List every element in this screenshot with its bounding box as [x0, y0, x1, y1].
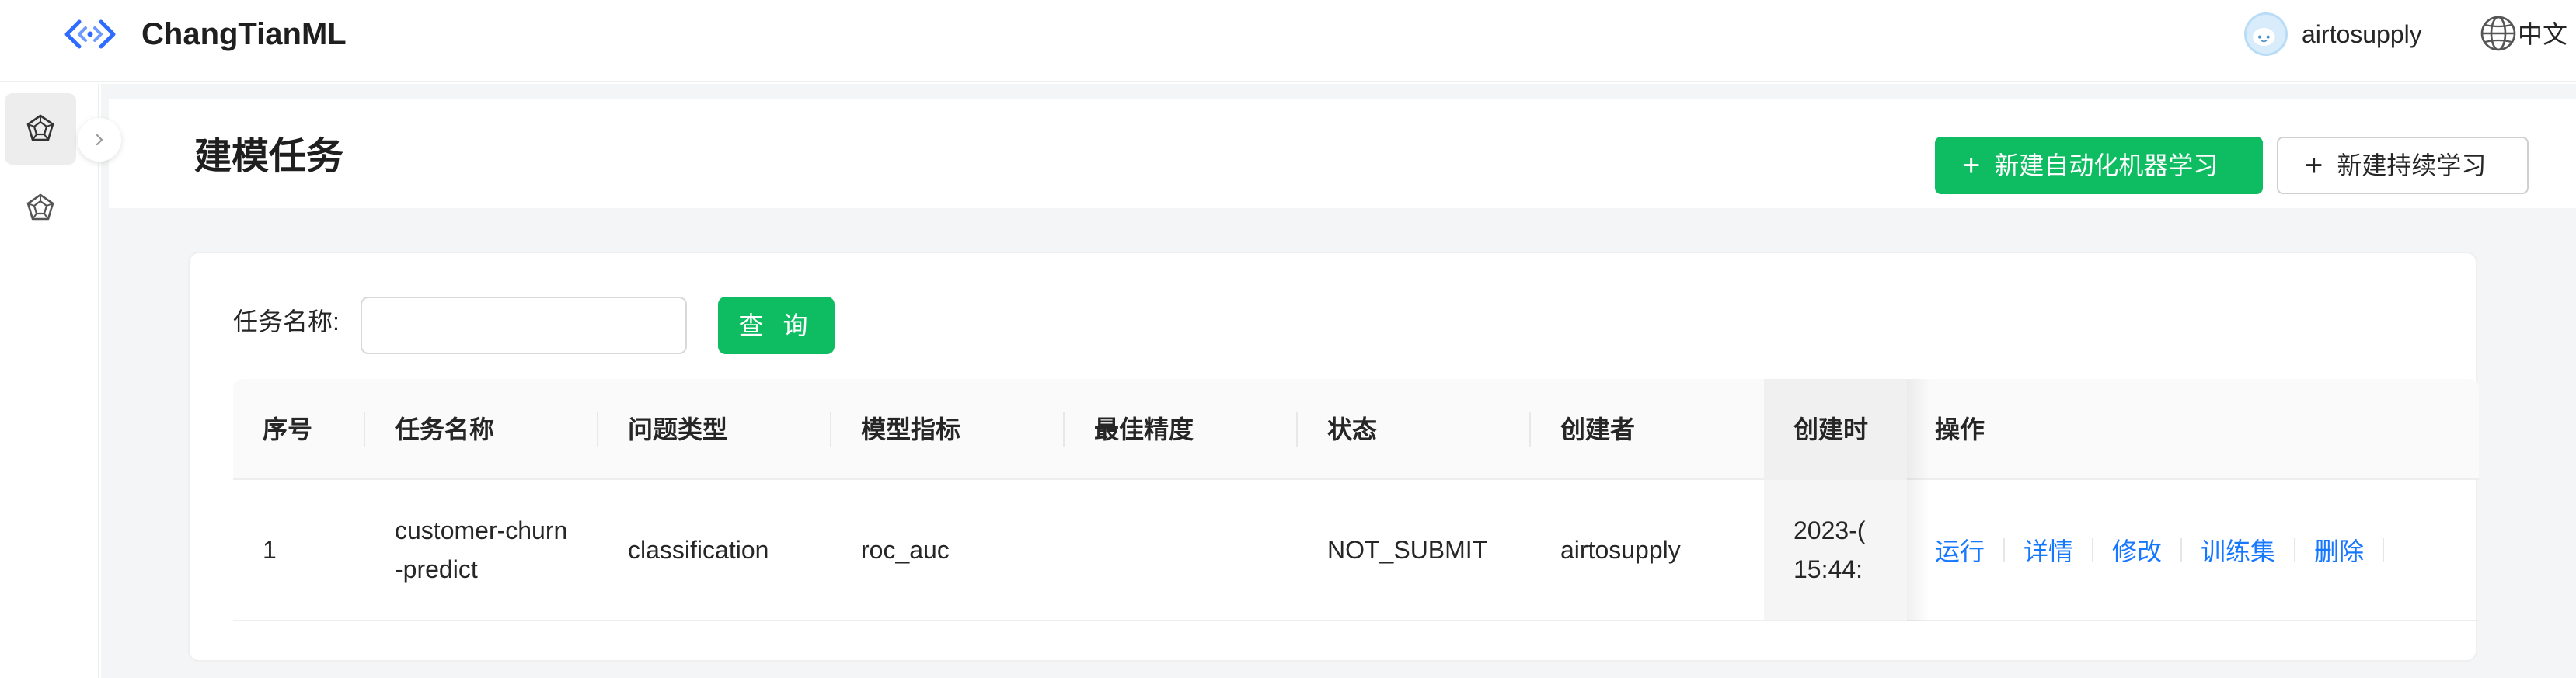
top-header: ChangTianML airtosupply 中文 — [0, 0, 2576, 82]
user-avatar[interactable] — [2244, 12, 2288, 56]
username[interactable]: airtosupply — [2302, 17, 2422, 51]
created-time: 15:44: — [1793, 555, 1863, 583]
logo-icon[interactable] — [62, 17, 118, 51]
globe-icon[interactable] — [2479, 14, 2518, 53]
chevron-right-icon — [96, 134, 103, 146]
run-action-link[interactable]: 运行 — [1935, 532, 1985, 568]
plus-icon: + — [1962, 148, 1981, 183]
delete-action-link[interactable]: 删除 — [2314, 532, 2364, 568]
task-name-search-input[interactable] — [361, 297, 687, 354]
language-switch[interactable]: 中文 — [2518, 17, 2567, 51]
cell-creator: airtosupply — [1560, 536, 1681, 564]
cell-task-name: customer-churn-predict — [365, 480, 598, 620]
cell-problem-type: classification — [628, 536, 769, 564]
page-title: 建模任务 — [194, 136, 344, 177]
task-name-text: customer-churn-predict — [395, 516, 568, 583]
action-divider — [2294, 538, 2296, 562]
training-set-action-link[interactable]: 训练集 — [2201, 532, 2275, 568]
task-list-card: 任务名称: 查 询 序号 任务名称 问题类型 模型指标 最佳精度 状态 创建者 … — [188, 252, 2479, 662]
action-divider — [2383, 538, 2385, 562]
new-automl-button[interactable]: + 新建自动化机器学习 — [1935, 137, 2263, 194]
column-header-created-time: 创建时 — [1764, 379, 1907, 480]
column-header-creator: 创建者 — [1560, 415, 1636, 443]
details-action-link[interactable]: 详情 — [2024, 532, 2073, 568]
new-continual-label: 新建持续学习 — [2337, 151, 2487, 179]
sidebar-item-modeling[interactable] — [5, 93, 76, 165]
action-divider — [2180, 538, 2183, 562]
column-header-best-score: 最佳精度 — [1094, 415, 1194, 443]
edit-action-link[interactable]: 修改 — [2112, 532, 2162, 568]
model-icon — [26, 193, 54, 221]
cell-index: 1 — [263, 536, 277, 564]
plus-icon: + — [2305, 148, 2323, 183]
sidebar — [0, 84, 99, 678]
action-divider — [2003, 538, 2006, 562]
created-date: 2023-( — [1793, 516, 1866, 544]
model-icon — [26, 114, 54, 141]
column-header-problem-type: 问题类型 — [628, 415, 728, 443]
column-header-status: 状态 — [1327, 415, 1378, 443]
cell-best-score — [1065, 480, 1298, 620]
avatar-icon — [2253, 27, 2275, 47]
main-content: 建模任务 + 新建自动化机器学习 + 新建持续学习 任务名称: 查 询 序号 任… — [101, 84, 2576, 678]
column-header-index: 序号 — [263, 415, 313, 443]
action-divider — [2092, 538, 2094, 562]
task-table: 序号 任务名称 问题类型 模型指标 最佳精度 状态 创建者 创建时 操作 1 c — [233, 379, 2479, 621]
query-button[interactable]: 查 询 — [718, 297, 835, 354]
column-header-metric: 模型指标 — [861, 415, 961, 443]
table-header: 序号 任务名称 问题类型 模型指标 最佳精度 状态 创建者 创建时 操作 — [233, 379, 2479, 480]
new-continual-learning-button[interactable]: + 新建持续学习 — [2277, 137, 2529, 194]
new-automl-label: 新建自动化机器学习 — [1994, 151, 2219, 179]
page-header: 建模任务 + 新建自动化机器学习 + 新建持续学习 — [109, 99, 2576, 208]
sidebar-item-secondary[interactable] — [5, 172, 76, 244]
app-title[interactable]: ChangTianML — [141, 12, 347, 56]
cell-metric: roc_auc — [861, 536, 950, 564]
column-header-task-name: 任务名称 — [395, 415, 495, 443]
cell-status: NOT_SUBMIT — [1327, 536, 1488, 564]
sidebar-collapse-button[interactable] — [78, 118, 121, 162]
cell-created-time: 2023-( 15:44: — [1764, 480, 1907, 620]
search-label: 任务名称: — [233, 308, 340, 336]
row-actions: 运行 详情 修改 训练集 删除 — [1907, 480, 2403, 620]
